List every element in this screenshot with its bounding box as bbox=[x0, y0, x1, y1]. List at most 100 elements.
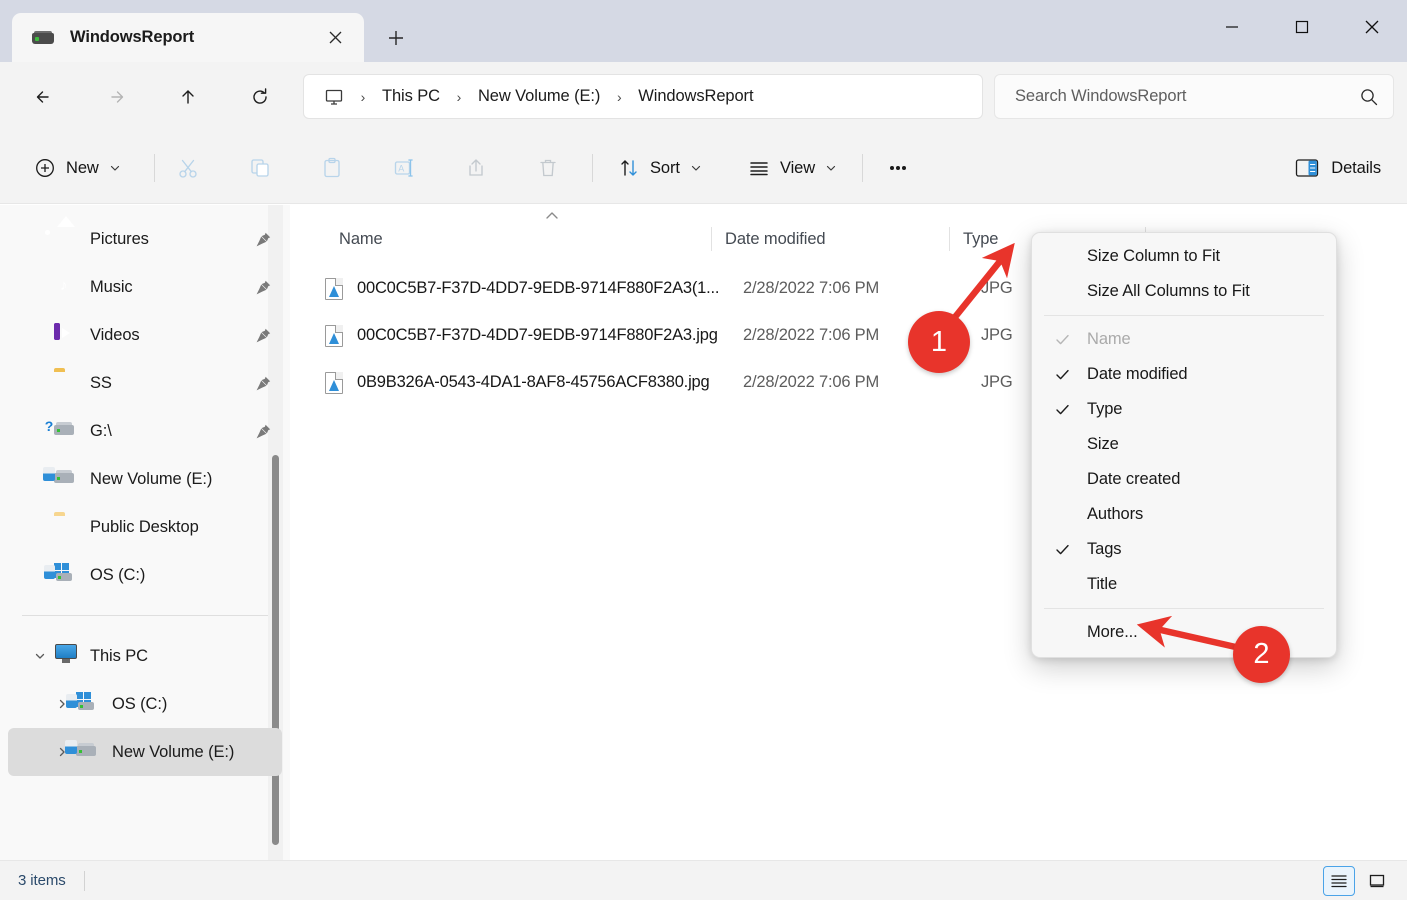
column-header-date-modified[interactable]: Date modified bbox=[711, 218, 949, 260]
menu-item-tags[interactable]: Tags bbox=[1037, 532, 1331, 567]
drive-icon bbox=[32, 30, 54, 46]
check-icon bbox=[1037, 401, 1087, 418]
sidebar-item-label: New Volume (E:) bbox=[90, 469, 213, 488]
pin-icon[interactable] bbox=[250, 231, 276, 248]
windows-drive-icon bbox=[66, 692, 100, 716]
sidebar-item-label: G:\ bbox=[90, 421, 112, 440]
sidebar-item-ss[interactable]: SS bbox=[8, 359, 282, 407]
paste-button[interactable] bbox=[310, 146, 354, 190]
sidebar-item-public-desktop[interactable]: Public Desktop bbox=[8, 503, 282, 551]
search-input[interactable]: Search WindowsReport bbox=[994, 74, 1394, 119]
sidebar-item-music[interactable]: Music bbox=[8, 263, 282, 311]
details-pane-label: Details bbox=[1331, 158, 1381, 177]
details-pane-button[interactable]: Details bbox=[1283, 146, 1393, 190]
close-icon[interactable] bbox=[320, 23, 350, 53]
share-button[interactable] bbox=[454, 146, 498, 190]
close-window-button[interactable] bbox=[1337, 0, 1407, 53]
new-button[interactable]: New bbox=[22, 146, 133, 190]
menu-item-type[interactable]: Type bbox=[1037, 392, 1331, 427]
forward-arrow-icon[interactable] bbox=[94, 75, 138, 119]
sort-icon bbox=[618, 157, 640, 179]
sort-button[interactable]: Sort bbox=[606, 146, 714, 190]
chevron-down-icon[interactable] bbox=[26, 649, 54, 663]
status-divider bbox=[83, 870, 85, 891]
menu-divider bbox=[1044, 315, 1324, 316]
view-icon bbox=[748, 157, 770, 179]
sidebar-item-label: Music bbox=[90, 277, 133, 296]
menu-divider bbox=[1044, 608, 1324, 609]
file-name: 00C0C5B7-F37D-4DD7-9EDB-9714F880F2A3.jpg bbox=[357, 326, 718, 344]
view-toggle-group bbox=[1323, 866, 1393, 896]
tab-label: WindowsReport bbox=[70, 28, 195, 46]
back-arrow-icon[interactable] bbox=[22, 75, 66, 119]
menu-item-label: Size All Columns to Fit bbox=[1087, 282, 1250, 300]
search-placeholder: Search WindowsReport bbox=[1015, 87, 1187, 105]
view-button[interactable]: View bbox=[736, 146, 849, 190]
videos-icon bbox=[54, 323, 78, 347]
large-icons-view-toggle[interactable] bbox=[1361, 866, 1393, 896]
sidebar-item-os-c-quick[interactable]: OS (C:) bbox=[8, 551, 282, 599]
menu-item-size-column-to-fit[interactable]: Size Column to Fit bbox=[1037, 239, 1331, 274]
breadcrumb-item-windowsreport[interactable]: WindowsReport bbox=[632, 83, 759, 110]
menu-item-authors[interactable]: Authors bbox=[1037, 497, 1331, 532]
pin-icon[interactable] bbox=[250, 279, 276, 296]
drive-unknown-icon: ? bbox=[45, 419, 78, 443]
jpg-file-icon bbox=[325, 324, 343, 347]
check-icon bbox=[1037, 366, 1087, 383]
file-name: 00C0C5B7-F37D-4DD7-9EDB-9714F880F2A3(1..… bbox=[357, 279, 720, 297]
menu-item-label: Authors bbox=[1087, 505, 1144, 523]
menu-item-label: Size bbox=[1087, 435, 1119, 453]
sidebar-item-label: Pictures bbox=[90, 229, 149, 248]
maximize-button[interactable] bbox=[1267, 0, 1337, 53]
search-icon[interactable] bbox=[1359, 87, 1379, 107]
sidebar-item-new-volume-quick[interactable]: New Volume (E:) bbox=[8, 455, 282, 503]
details-view-toggle[interactable] bbox=[1323, 866, 1355, 896]
sidebar-item-g-drive[interactable]: ? G:\ bbox=[8, 407, 282, 455]
sidebar-item-this-pc[interactable]: This PC bbox=[8, 632, 282, 680]
sidebar-item-os-c[interactable]: OS (C:) bbox=[8, 680, 282, 728]
up-arrow-icon[interactable] bbox=[166, 75, 210, 119]
title-bar: WindowsReport bbox=[0, 0, 1407, 62]
cut-button[interactable] bbox=[166, 146, 210, 190]
sidebar-item-new-volume-e[interactable]: New Volume (E:) bbox=[8, 728, 282, 776]
copy-button[interactable] bbox=[238, 146, 282, 190]
menu-item-date-created[interactable]: Date created bbox=[1037, 462, 1331, 497]
menu-item-label: Type bbox=[1087, 400, 1123, 418]
column-header-name[interactable]: Name bbox=[291, 218, 711, 260]
status-bar: 3 items bbox=[0, 860, 1407, 900]
breadcrumb-item-this-pc[interactable]: This PC bbox=[376, 83, 446, 110]
chevron-down-icon bbox=[690, 162, 702, 174]
more-options-button[interactable] bbox=[876, 146, 920, 190]
this-pc-icon[interactable] bbox=[318, 81, 350, 113]
address-bar[interactable]: › This PC › New Volume (E:) › WindowsRep… bbox=[303, 74, 983, 119]
tab-windowsreport[interactable]: WindowsReport bbox=[12, 13, 364, 62]
menu-item-size-all-columns-to-fit[interactable]: Size All Columns to Fit bbox=[1037, 274, 1331, 309]
rename-button[interactable]: A bbox=[382, 146, 426, 190]
sidebar-item-pictures[interactable]: Pictures bbox=[8, 215, 282, 263]
sidebar-item-label: Public Desktop bbox=[90, 517, 199, 536]
item-count-label: 3 items bbox=[18, 872, 66, 889]
pin-icon[interactable] bbox=[250, 423, 276, 440]
delete-button[interactable] bbox=[526, 146, 570, 190]
pin-icon[interactable] bbox=[250, 375, 276, 392]
jpg-file-icon bbox=[325, 371, 343, 394]
file-date-modified: 2/28/2022 7:06 PM bbox=[743, 279, 880, 297]
this-pc-icon bbox=[54, 644, 78, 668]
check-icon bbox=[1037, 331, 1087, 348]
sort-button-label: Sort bbox=[650, 158, 680, 177]
music-icon bbox=[54, 275, 78, 299]
breadcrumb-item-new-volume[interactable]: New Volume (E:) bbox=[472, 83, 606, 110]
sidebar-item-videos[interactable]: Videos bbox=[8, 311, 282, 359]
pin-icon[interactable] bbox=[250, 327, 276, 344]
sidebar-divider bbox=[22, 615, 270, 616]
breadcrumb-separator: › bbox=[360, 88, 366, 105]
menu-item-size[interactable]: Size bbox=[1037, 427, 1331, 462]
window-controls bbox=[1197, 0, 1407, 53]
tab-strip: WindowsReport bbox=[0, 0, 418, 62]
menu-item-date-modified[interactable]: Date modified bbox=[1037, 357, 1331, 392]
minimize-button[interactable] bbox=[1197, 0, 1267, 53]
menu-item-title[interactable]: Title bbox=[1037, 567, 1331, 602]
new-tab-button[interactable] bbox=[374, 18, 418, 58]
file-explorer-window: WindowsReport › This PC › New Volume (E:… bbox=[0, 0, 1407, 900]
refresh-icon[interactable] bbox=[238, 75, 282, 119]
